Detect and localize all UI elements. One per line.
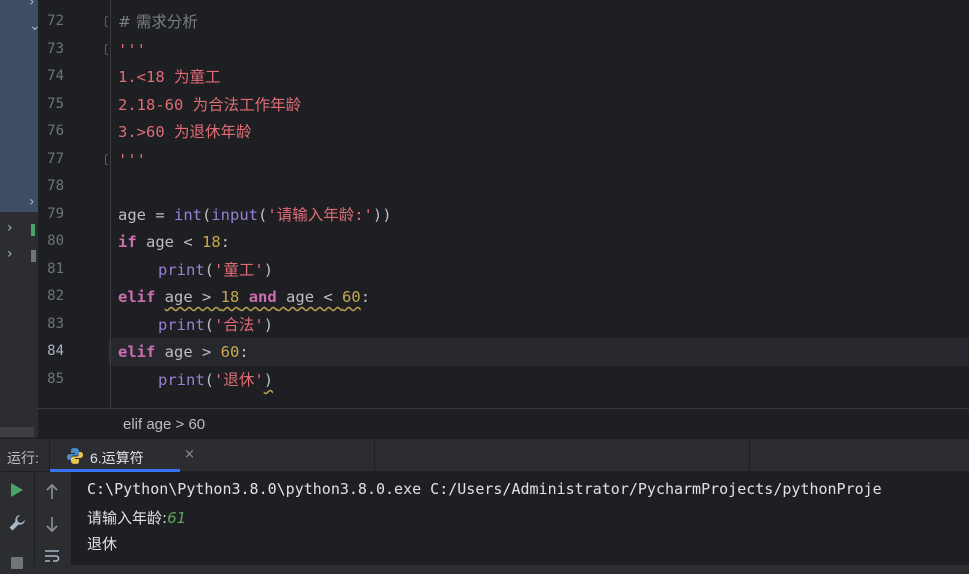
code-token: age >	[155, 343, 221, 361]
down-arrow-icon[interactable]	[45, 516, 59, 536]
code-token: (	[258, 206, 268, 224]
code-token-number: 60	[220, 343, 240, 361]
up-arrow-icon[interactable]	[45, 483, 59, 504]
code-line-77: '''	[118, 151, 146, 169]
line-number: 72	[47, 13, 64, 29]
code-token-string: '请输入年龄:'	[267, 206, 373, 224]
run-icon[interactable]	[10, 482, 24, 502]
code-token: :	[239, 343, 249, 361]
scrollbar[interactable]	[0, 427, 34, 437]
line-number: 77	[47, 151, 64, 167]
code-token-number: 60	[342, 288, 361, 306]
code-token: )	[263, 261, 274, 279]
code-line-76: 3.>60 为退休年龄	[118, 123, 252, 141]
line-number: 80	[47, 233, 64, 249]
console-toolbar	[35, 472, 72, 565]
line-number: 85	[47, 371, 64, 387]
code-token-string: '童工'	[214, 261, 264, 279]
code-token: :	[220, 233, 231, 251]
code-token: age <	[286, 288, 343, 306]
line-number: 81	[47, 261, 64, 277]
divider	[374, 439, 375, 472]
breadcrumb-item[interactable]: elif age > 60	[123, 416, 205, 433]
code-token: ))	[372, 206, 392, 224]
code-line-73: '''	[118, 41, 146, 59]
code-token-string: '合法'	[214, 316, 264, 334]
console-prompt: 请输入年龄:	[87, 509, 168, 527]
console-command-line: C:\Python\Python3.8.0\python3.8.0.exe C:…	[87, 480, 882, 498]
code-token: (	[202, 206, 212, 224]
line-number: 73	[47, 41, 64, 57]
line-number: 78	[47, 178, 64, 194]
code-token-keyword: and	[248, 288, 277, 306]
code-token: :	[360, 288, 371, 306]
wrench-icon[interactable]	[8, 514, 26, 536]
line-number: 76	[47, 123, 64, 139]
line-number: 74	[47, 68, 64, 84]
line-number: 82	[47, 288, 64, 304]
console-output[interactable]: C:\Python\Python3.8.0\python3.8.0.exe C:…	[72, 472, 969, 565]
code-line-79: age = int(input('请输入年龄:'))	[118, 205, 392, 225]
code-token-number: 18	[202, 233, 221, 251]
code-token-builtin: print	[158, 371, 205, 389]
code-line-72: # 需求分析	[118, 13, 198, 31]
divider	[749, 439, 750, 472]
fold-gutter	[84, 0, 114, 408]
line-number-current: 84	[47, 343, 64, 359]
code-token-warning: )	[263, 371, 274, 389]
code-token-number: 18	[220, 288, 240, 306]
chevron-right-icon[interactable]: ›	[29, 0, 35, 10]
code-token: (	[204, 261, 215, 279]
code-token-string: '退休'	[214, 371, 264, 389]
code-token: age >	[164, 288, 221, 306]
console-user-input: 61	[167, 509, 187, 527]
run-tab-label: 6.运算符	[90, 450, 144, 466]
code-token-keyword: if	[118, 233, 137, 251]
code-line-75: 2.18-60 为合法工作年龄	[118, 96, 302, 114]
run-tab-bar: 运行: 6.运算符 ×	[0, 438, 969, 472]
code-token: age <	[136, 233, 202, 251]
code-token-builtin: print	[158, 316, 205, 334]
code-token-builtin: print	[158, 261, 205, 279]
console-output-line: 退休	[87, 535, 118, 553]
code-line-80: if age < 18:	[118, 232, 230, 252]
line-number-gutter: 72 73 74 75 76 77 78 79 80 81 82 83 84 8…	[38, 0, 84, 408]
code-token-builtin: int	[174, 206, 202, 224]
code-line-85: print('退休')	[158, 370, 273, 390]
indent-guide	[110, 0, 111, 408]
code-token: age =	[118, 206, 174, 224]
line-number: 79	[47, 206, 64, 222]
code-token: (	[204, 316, 215, 334]
chevron-right-icon[interactable]: ›	[7, 246, 13, 262]
code-token-keyword: elif	[118, 343, 156, 361]
code-token-keyword: elif	[118, 288, 156, 306]
code-line-74: 1.<18 为童工	[118, 68, 221, 86]
run-toolbar	[0, 472, 35, 569]
line-number: 83	[47, 316, 64, 332]
breadcrumb[interactable]: elif age > 60	[38, 408, 969, 438]
code-token: )	[263, 316, 274, 334]
close-icon[interactable]: ×	[184, 447, 195, 462]
python-icon	[66, 447, 84, 469]
code-token: (	[204, 371, 215, 389]
chevron-right-icon[interactable]: ›	[7, 220, 13, 236]
code-line-81: print('童工')	[158, 260, 273, 280]
line-number: 75	[47, 96, 64, 112]
code-token-builtin: input	[211, 206, 259, 224]
code-line-82: elif age > 18 and age < 60:	[118, 287, 370, 307]
code-line-84: elif age > 60:	[118, 342, 249, 362]
console-input-line: 请输入年龄:61	[87, 507, 186, 528]
run-label: 运行:	[7, 450, 39, 466]
run-tab[interactable]: 6.运算符 ×	[50, 439, 195, 472]
soft-wrap-icon[interactable]	[44, 548, 60, 567]
code-token-warning: age > 18 and age < 60	[165, 288, 361, 306]
code-line-83: print('合法')	[158, 315, 273, 335]
